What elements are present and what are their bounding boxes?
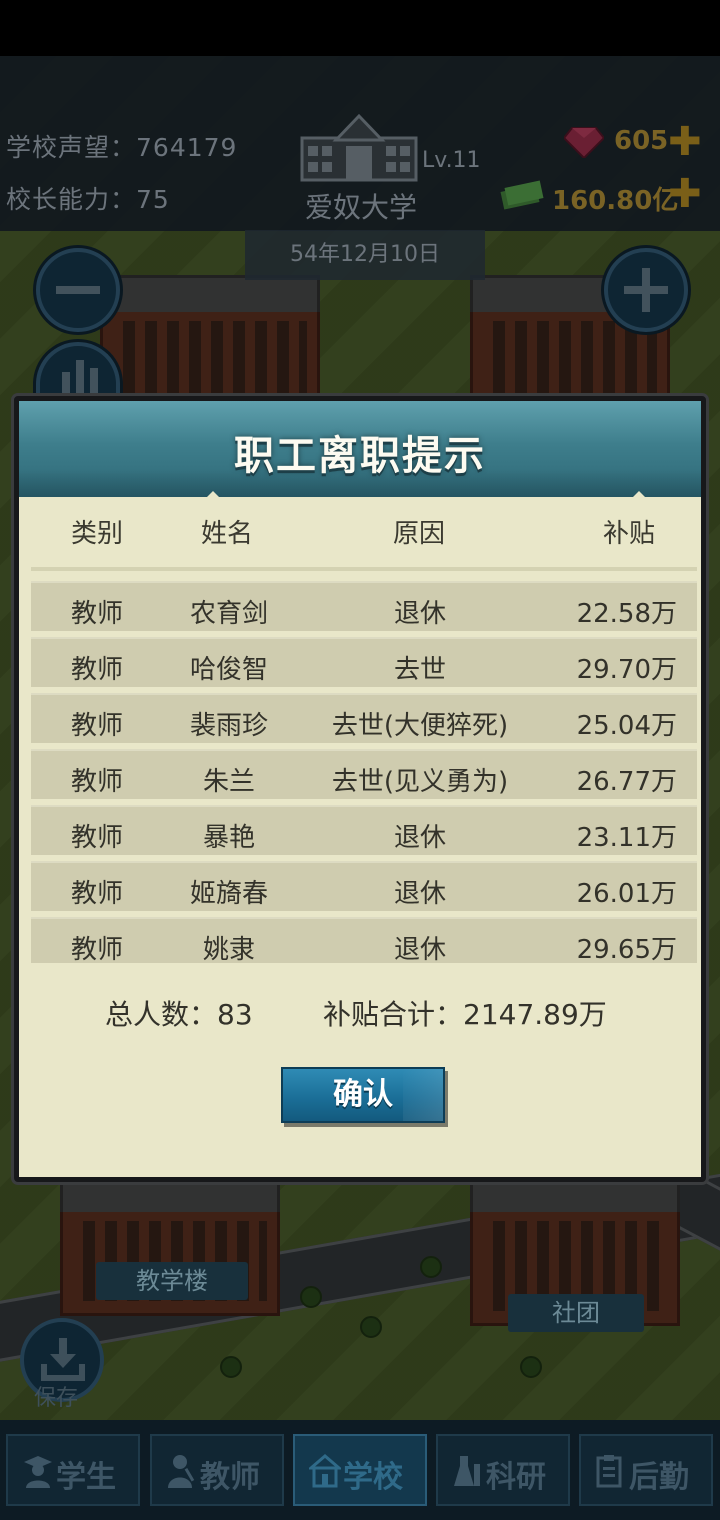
reputation-stat: 学校声望：764179 [6, 133, 238, 162]
list-item: 教师 姬旖春 退休 26.01万 [31, 861, 697, 911]
list-item: 教师 农育剑 退休 22.58万 [31, 581, 697, 631]
club-label[interactable]: 社团 [508, 1294, 644, 1332]
total-count: 总人数：83 [105, 998, 253, 1031]
column-header-subsidy: 补贴 [603, 519, 656, 549]
list-item: 教师 朱兰 去世(见义勇为) 26.77万 [31, 749, 697, 799]
minus-icon [56, 286, 100, 294]
student-icon [24, 1456, 52, 1488]
bottom-navigation: 学生 教师 学校 科研 后勤 [0, 1420, 720, 1520]
teacher-icon [168, 1455, 195, 1488]
zoom-in-button[interactable] [604, 248, 688, 332]
game-date: 54年12月10日 [245, 230, 485, 280]
gem-icon [564, 127, 604, 158]
flask-icon [454, 1456, 480, 1486]
save-label: 保存 [34, 1386, 79, 1411]
column-header-reason: 原因 [393, 519, 446, 549]
staff-list[interactable]: 教师 农育剑 退休 22.58万 教师 哈俊智 去世 29.70万 教师 裴雨珍… [31, 577, 697, 963]
add-money-plus-icon[interactable]: ✚ [668, 174, 702, 214]
zoom-out-button[interactable] [36, 248, 120, 332]
download-icon [41, 1338, 85, 1381]
confirm-button[interactable]: 确认 [281, 1067, 445, 1123]
dialog-title: 职工离职提示 [234, 433, 486, 479]
status-bar [0, 0, 720, 56]
money-count: 160.80亿 [552, 186, 679, 216]
school-building-icon [300, 113, 418, 182]
staff-resignation-dialog: 职工离职提示 类别 姓名 原因 补贴 教师 农育剑 退休 22.58万 教师 哈… [14, 396, 706, 1182]
school-level: Lv.11 [422, 148, 481, 173]
column-header-name: 姓名 [201, 519, 254, 549]
list-item: 教师 姚隶 退休 29.65万 [31, 917, 697, 963]
header-divider [31, 567, 697, 571]
ability-stat: 校长能力：75 [6, 185, 170, 214]
list-item: 教师 裴雨珍 去世(大便猝死) 25.04万 [31, 693, 697, 743]
gem-count: 605 [614, 126, 669, 156]
school-name: 爱奴大学 [304, 191, 417, 224]
list-item: 教师 哈俊智 去世 29.70万 [31, 637, 697, 687]
money-icon [500, 180, 544, 210]
clipboard-icon [596, 1455, 622, 1488]
nav-logistics[interactable]: 后勤 [579, 1434, 713, 1506]
school-icon [309, 1454, 341, 1488]
column-header-category: 类别 [71, 519, 124, 549]
add-gems-plus-icon[interactable]: ✚ [668, 122, 702, 162]
nav-teachers[interactable]: 教师 [150, 1434, 284, 1506]
list-item: 教师 暴艳 退休 23.11万 [31, 805, 697, 855]
subsidy-total: 补贴合计：2147.89万 [323, 998, 607, 1031]
nav-research[interactable]: 科研 [436, 1434, 570, 1506]
nav-school[interactable]: 学校 [293, 1434, 427, 1506]
nav-students[interactable]: 学生 [6, 1434, 140, 1506]
teaching-building-label[interactable]: 教学楼 [96, 1262, 248, 1300]
